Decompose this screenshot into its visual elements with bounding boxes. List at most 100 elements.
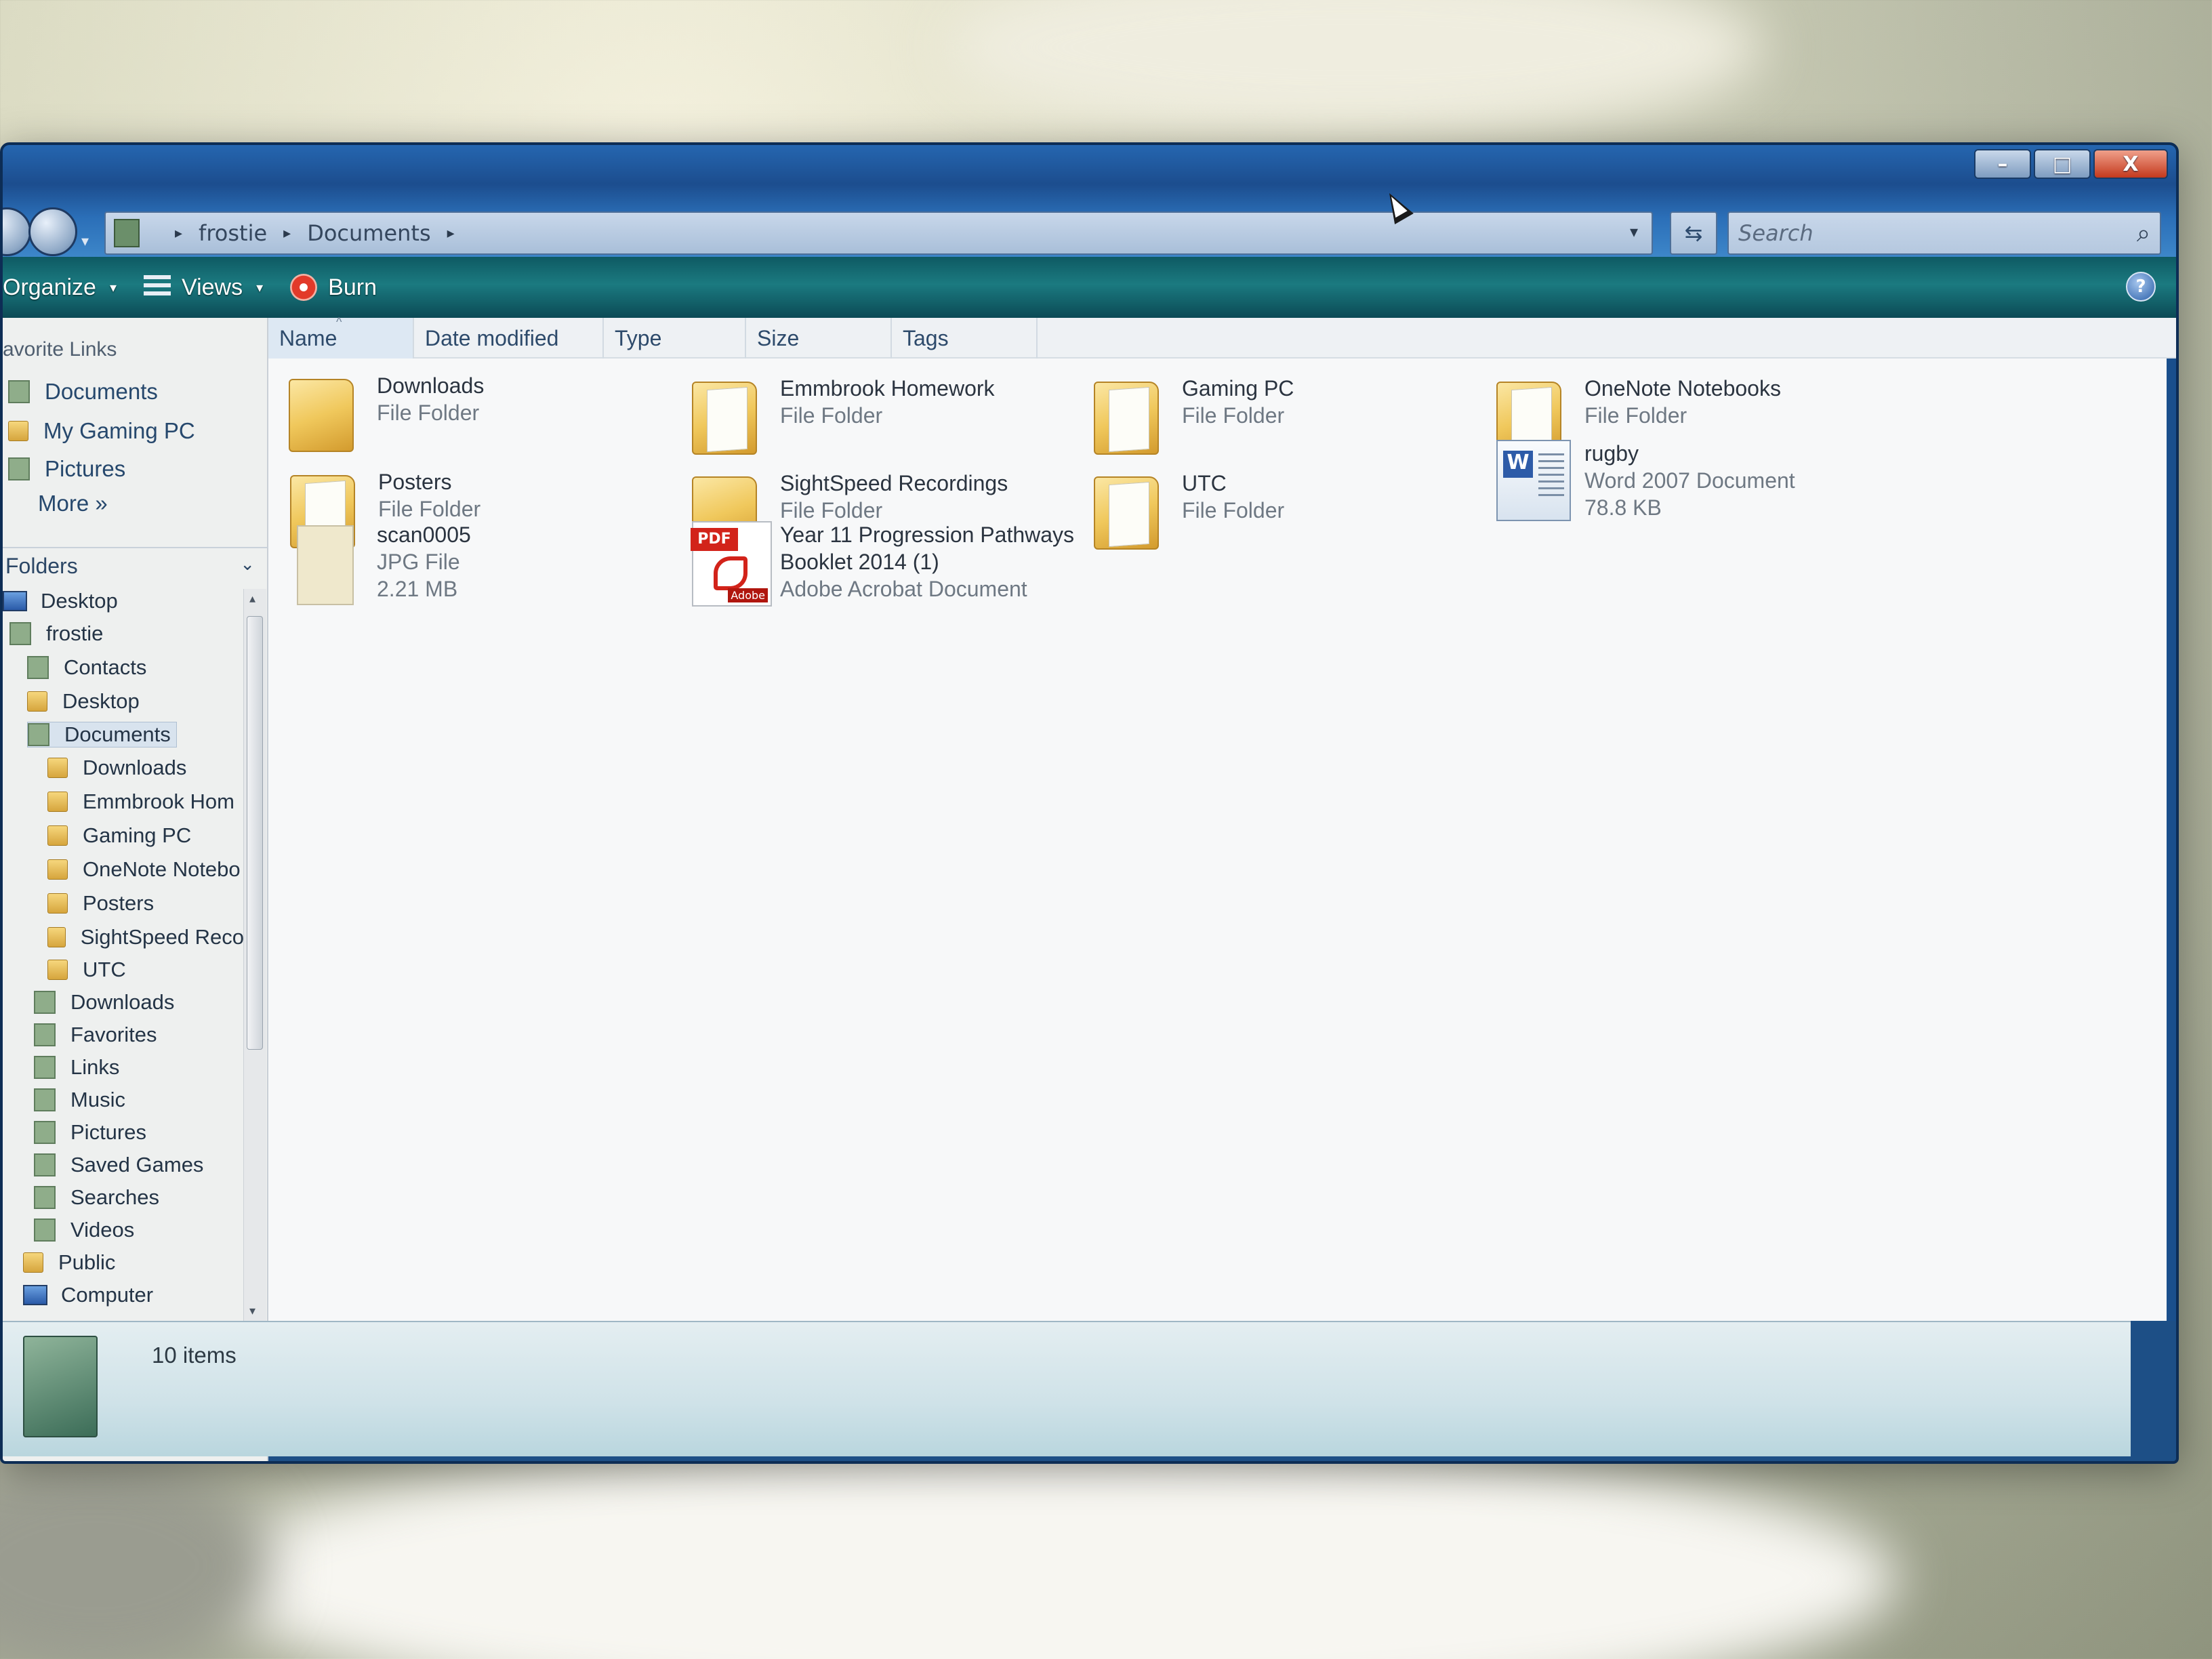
organize-label: Organize: [3, 274, 96, 300]
search-input[interactable]: Search ⌕: [1727, 211, 2161, 255]
tree-item-onenote[interactable]: OneNote Notebo: [47, 857, 244, 882]
tree-item-saved-games[interactable]: Saved Games: [34, 1153, 203, 1177]
search-icon[interactable]: ⌕: [2137, 220, 2150, 248]
column-header-size[interactable]: Size: [746, 318, 892, 359]
tree-item-posters[interactable]: Posters: [47, 891, 244, 916]
tree-item-public[interactable]: Public: [23, 1250, 115, 1275]
favorites-icon: [34, 1023, 56, 1046]
minimize-button[interactable]: –: [1974, 149, 2031, 179]
recent-pages-dropdown[interactable]: ▾: [81, 233, 89, 250]
tree-item-desktop-folder[interactable]: Desktop: [27, 689, 140, 714]
tree-item-contacts[interactable]: Contacts: [27, 655, 146, 680]
scroll-down-arrow-icon[interactable]: ▾: [249, 1304, 255, 1318]
breadcrumb-separator[interactable]: ▸: [447, 225, 455, 242]
breadcrumb-separator[interactable]: ▸: [283, 225, 291, 242]
tree-item-downloads[interactable]: Downloads: [34, 990, 174, 1015]
folders-header[interactable]: Folders ⌄: [3, 547, 268, 582]
item-name: Year 11 Progression Pathways: [780, 523, 1075, 547]
folder-icon: [23, 1252, 43, 1273]
breadcrumb-frostie[interactable]: frostie: [199, 220, 267, 246]
column-header-tags[interactable]: Tags: [892, 318, 1038, 359]
file-item-year11-booklet[interactable]: PDF Adobe Year 11 Progression Pathways Bo…: [691, 521, 1075, 607]
address-dropdown-icon[interactable]: ▾: [1630, 222, 1638, 241]
file-item-utc[interactable]: UTC File Folder: [1094, 470, 1284, 551]
favorite-link-pictures[interactable]: Pictures: [8, 456, 125, 482]
pictures-icon: [34, 1121, 56, 1144]
help-icon[interactable]: ?: [2126, 272, 2156, 302]
tree-item-desktop[interactable]: Desktop: [3, 589, 118, 613]
jpg-file-icon: [289, 521, 356, 605]
folder-tree-scrollbar[interactable]: ▴ ▾: [243, 589, 266, 1321]
column-header-date-modified[interactable]: Date modified: [414, 318, 604, 359]
folder-icon: [27, 691, 47, 712]
scroll-up-arrow-icon[interactable]: ▴: [249, 592, 255, 606]
folder-icon: [289, 372, 356, 453]
tree-item-downloads-sub[interactable]: Downloads: [47, 756, 244, 780]
tree-item-computer[interactable]: Computer: [23, 1283, 153, 1307]
item-type: Adobe Acrobat Document: [780, 577, 1027, 601]
breadcrumb-documents[interactable]: Documents: [307, 220, 430, 246]
maximize-button[interactable]: □: [2034, 149, 2091, 179]
chevron-down-icon: ⌄: [240, 554, 255, 574]
tree-item-label: frostie: [46, 621, 104, 645]
favorite-link-my-gaming-pc[interactable]: My Gaming PC: [8, 418, 195, 444]
tree-item-label: Pictures: [70, 1120, 146, 1144]
tree-item-label: Emmbrook Hom: [83, 790, 234, 813]
tree-item-favorites[interactable]: Favorites: [34, 1023, 157, 1047]
tree-item-label: Links: [70, 1055, 120, 1079]
command-bar: Organize ▾ Views ▾ Burn ?: [3, 257, 2176, 318]
tree-item-documents[interactable]: Documents: [27, 722, 177, 747]
folder-icon: [692, 375, 760, 456]
more-links-button[interactable]: More »: [38, 491, 108, 516]
chevron-down-icon: ▾: [256, 280, 264, 295]
back-button[interactable]: [3, 207, 31, 256]
pdf-file-icon: PDF Adobe: [691, 521, 772, 607]
file-item-scan0005[interactable]: scan0005 JPG File 2.21 MB: [289, 521, 471, 605]
views-label: Views: [182, 274, 243, 300]
desktop-icon: [3, 591, 27, 611]
file-item-rugby[interactable]: rugbyWord 2007 Document78.8 KB: [1496, 440, 1795, 521]
breadcrumb-separator[interactable]: ▸: [175, 225, 182, 242]
column-label: Type: [615, 325, 662, 350]
tree-item-frostie[interactable]: frostie: [9, 621, 103, 646]
tree-item-gaming-pc[interactable]: Gaming PC: [47, 823, 244, 848]
tree-item-music[interactable]: Music: [34, 1088, 125, 1112]
title-bar[interactable]: – □ X ▾ ▸ frostie ▸ Documents ▸ ▾ ⇆ Sear…: [3, 145, 2176, 257]
tree-item-utc[interactable]: UTC: [47, 958, 244, 982]
burn-button[interactable]: Burn: [290, 274, 377, 301]
forward-button[interactable]: [28, 207, 77, 256]
tree-item-label: Posters: [83, 891, 155, 915]
item-name: SightSpeed Recordings: [780, 471, 1008, 495]
column-header-type[interactable]: Type: [604, 318, 746, 359]
favorite-link-documents[interactable]: Documents: [8, 379, 158, 405]
folder-icon: [47, 825, 68, 846]
column-header-name[interactable]: ^ Name: [268, 315, 414, 359]
tree-item-videos[interactable]: Videos: [34, 1218, 134, 1242]
tree-item-label: UTC: [83, 958, 126, 981]
favorite-link-label: My Gaming PC: [43, 418, 195, 443]
close-button[interactable]: X: [2093, 149, 2168, 179]
pictures-icon: [8, 457, 30, 480]
tree-item-label: Contacts: [64, 655, 147, 679]
tree-item-pictures[interactable]: Pictures: [34, 1120, 146, 1145]
burn-disc-icon: [290, 274, 318, 301]
item-name: Emmbrook Homework: [780, 376, 995, 401]
views-icon: [144, 275, 171, 300]
folder-icon: [47, 893, 68, 914]
item-type: File Folder: [1584, 403, 1687, 428]
file-item-emmbrook-homework[interactable]: Emmbrook Homework File Folder: [692, 375, 995, 456]
organize-button[interactable]: Organize ▾: [3, 274, 117, 301]
details-pane: 10 items: [3, 1321, 2131, 1456]
refresh-button[interactable]: ⇆: [1670, 211, 1717, 255]
file-item-downloads[interactable]: Downloads File Folder: [289, 372, 484, 453]
chevron-down-icon: ▾: [109, 280, 117, 295]
address-bar[interactable]: ▸ frostie ▸ Documents ▸ ▾: [104, 211, 1653, 255]
tree-item-links[interactable]: Links: [34, 1055, 119, 1080]
tree-item-label: Documents: [64, 722, 171, 746]
tree-item-emmbrook[interactable]: Emmbrook Hom: [47, 790, 244, 814]
scrollbar-thumb[interactable]: [247, 616, 263, 1050]
views-button[interactable]: Views ▾: [144, 274, 263, 301]
tree-item-sightspeed[interactable]: SightSpeed Reco: [47, 925, 244, 949]
file-item-gaming-pc[interactable]: Gaming PC File Folder: [1094, 375, 1294, 456]
tree-item-searches[interactable]: Searches: [34, 1185, 159, 1210]
